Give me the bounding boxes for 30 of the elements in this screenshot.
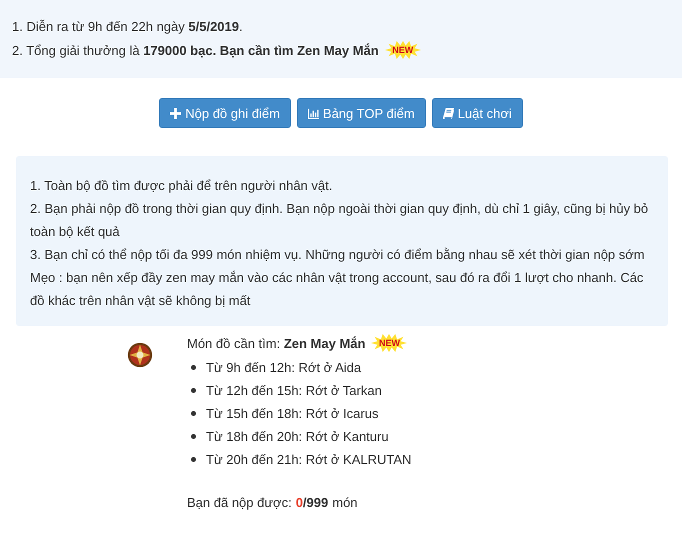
action-button[interactable]: Bảng TOP điểm [296,98,426,128]
bullet-icon [191,457,196,462]
rule-text: 1. Toàn bộ đồ tìm được phải để trên người nhân vật. [30,177,334,195]
bullet-icon [191,434,196,439]
notice-text: 2. Tổng giải thưởng là 179000 bạc. Bạn cần tìm Zen May Mắn [12,42,379,58]
bullet-icon [191,411,196,416]
drop-text: Từ 20h đến 21h: Rớt ở KALRUTAN [206,452,412,467]
bullet-icon [191,365,196,370]
bullet-icon [191,388,196,393]
action-button[interactable]: Nộp đồ ghi điểm [159,98,291,128]
new-badge: NEW [384,41,421,59]
progress-label: Bạn đã nộp được: [187,495,292,510]
bar-chart-icon [308,108,319,118]
medallion-icon [127,342,153,368]
drop-text: Từ 12h đến 15h: Rớt ở Tarkan [206,383,382,398]
action-button[interactable]: Luật chơi [432,98,523,128]
new-badge: NEW [371,334,408,352]
rule-text: Mẹo : bạn nên xếp đầy zen may mắn vào các nhân vật trong account, sau đó ra đổi 1 lượt cho nhanh. Các đồ khác trên nhân vật sẽ không bị mất [30,269,644,310]
plus-icon [170,108,182,118]
item-title: Món đồ cần tìm: Zen May Mắn [187,336,366,350]
progress-count: 0 [296,495,303,510]
drop-text: Từ 15h đến 18h: Rớt ở Icarus [206,406,378,421]
notice-text: 1. Diễn ra từ 9h đến 22h ngày 5/5/2019. [12,18,243,34]
drop-text: Từ 9h đến 12h: Rớt ở Aida [206,360,362,375]
progress-unit: món [332,495,358,510]
drop-text: Từ 18h đến 20h: Rớt ở Kanturu [206,429,389,444]
rule-text: 2. Bạn phải nộp đồ trong thời gian quy định. Bạn nộp ngoài thời gian quy định, dù chỉ 1 giây, cũng bị hủy bỏ toàn bộ kết quả [30,200,650,241]
book-icon [442,108,454,118]
progress-total: /999 [302,495,328,510]
rule-text: 3. Bạn chỉ có thể nộp tối đa 999 món nhiệm vụ. Những người có điểm bằng nhau sẽ xét thời gian nộp sớm [30,246,646,264]
